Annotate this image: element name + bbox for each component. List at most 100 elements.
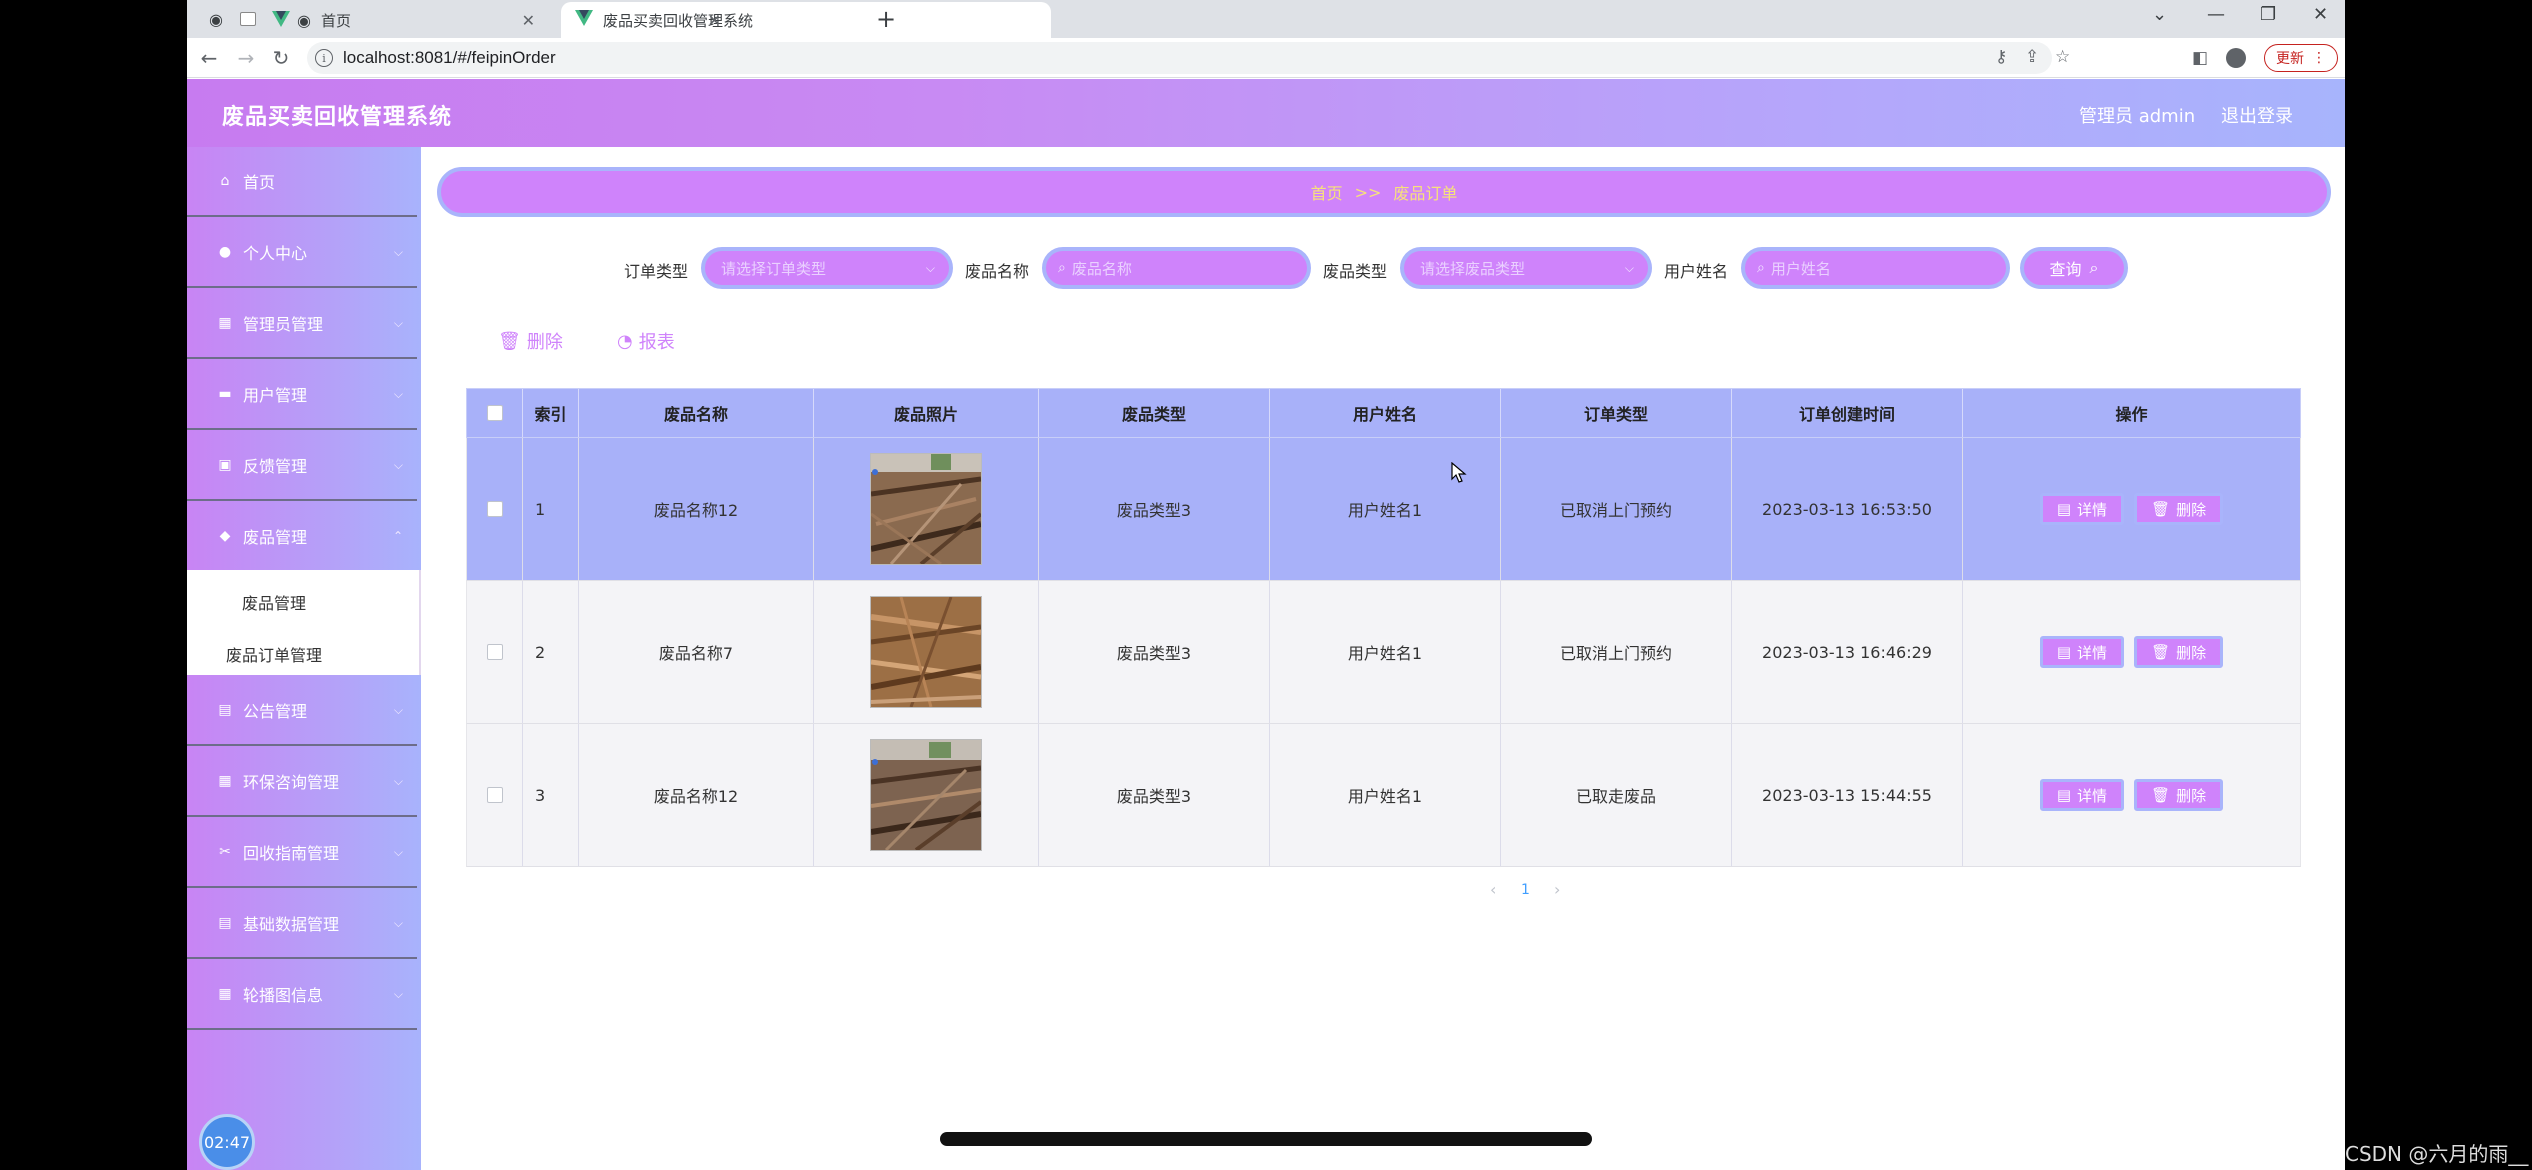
minimize-icon[interactable]: —	[2207, 4, 2225, 25]
row-checkbox[interactable]	[486, 501, 503, 517]
sidebar-item-label: 反馈管理	[243, 457, 308, 476]
table-row[interactable]: 1 废品名称12 废品类型3 用户姓名1 已取消上门预约 2023-03-13 …	[466, 438, 2301, 581]
forward-icon[interactable]: →	[232, 44, 260, 72]
operation-cell: ▤ 详情 🗑 删除	[1963, 438, 2300, 580]
column-header: 索引	[523, 389, 579, 437]
grid-icon: ▦	[218, 315, 232, 331]
detail-button[interactable]: ▤ 详情	[2039, 493, 2125, 525]
sidebar-item-users[interactable]: ▬ 用户管理 ⌵	[187, 360, 417, 430]
chevron-down-icon[interactable]: ⌄	[2152, 4, 2167, 25]
tab-active[interactable]: 废品买卖回收管理系统 ✕	[561, 2, 1051, 38]
select-all-checkbox[interactable]	[486, 405, 503, 421]
trash-icon: 🗑	[2151, 786, 2171, 804]
star-icon[interactable]: ☆	[2055, 47, 2070, 67]
detail-button[interactable]: ▤ 详情	[2039, 779, 2125, 811]
restore-icon[interactable]: ❐	[2260, 4, 2276, 25]
delete-button[interactable]: 🗑 删除	[2134, 636, 2224, 668]
close-icon[interactable]: ✕	[708, 11, 721, 30]
row-checkbox[interactable]	[486, 787, 503, 803]
chevron-down-icon: ⌵	[393, 457, 403, 472]
next-page-button[interactable]: ›	[1554, 880, 1560, 899]
ticket-icon: ✂	[219, 844, 231, 860]
info-icon[interactable]: i	[315, 49, 333, 67]
user-name-input[interactable]: ⌕ 用户姓名	[1741, 247, 2010, 289]
chevron-down-icon: ⌵	[393, 915, 403, 930]
row-checkbox[interactable]	[486, 644, 503, 660]
prev-page-button[interactable]: ‹	[1490, 880, 1496, 899]
page-number[interactable]: 1	[1521, 882, 1530, 898]
back-icon[interactable]: ←	[195, 44, 223, 72]
chevron-up-icon: ⌃	[392, 529, 403, 543]
sidebar-item-label: 个人中心	[243, 244, 308, 263]
globe-icon[interactable]: ◉	[205, 8, 227, 30]
waste-name-label: 废品名称	[965, 262, 1030, 281]
sidebar-item-waste[interactable]: ◆ 废品管理 ⌃	[187, 502, 417, 572]
submenu-item-waste-orders[interactable]: 废品订单管理	[226, 642, 322, 666]
index-cell: 2	[523, 581, 579, 723]
pie-chart-icon: ◔	[617, 330, 633, 352]
chat-icon: ▬	[218, 386, 232, 402]
main-content: 首页 >> 废品订单 订单类型 请选择订单类型 ⌵ 废品名称 ⌕ 废品名称 废品…	[421, 147, 2345, 1170]
delete-button[interactable]: 🗑 删除	[2134, 779, 2224, 811]
page-icon[interactable]	[237, 8, 259, 30]
reload-icon[interactable]: ↻	[267, 44, 295, 72]
waste-photo[interactable]	[870, 739, 982, 851]
delete-button[interactable]: 🗑 删除	[2134, 493, 2224, 525]
detail-label: 详情	[2077, 643, 2108, 662]
waste-photo[interactable]	[870, 453, 982, 565]
waste-photo[interactable]	[870, 596, 982, 708]
delete-label: 删除	[2176, 500, 2207, 519]
sidebar-item-base-data[interactable]: ▤ 基础数据管理 ⌵	[187, 889, 417, 959]
tab-label: 首页	[320, 11, 351, 30]
trash-icon: 🗑	[2151, 643, 2171, 661]
detail-label: 详情	[2077, 786, 2108, 805]
report-button[interactable]: ◔ 报表	[617, 328, 675, 354]
vue-icon[interactable]	[270, 8, 292, 30]
query-button[interactable]: 查询 ⌕	[2020, 247, 2128, 289]
table-row[interactable]: 2 废品名称7 废品类型3 用户姓名1 已取消上门预约 2023-03-13 1…	[466, 581, 2301, 724]
search-icon: ⌕	[2089, 258, 2099, 277]
order-type-select[interactable]: 请选择订单类型 ⌵	[701, 247, 953, 289]
batch-delete-button[interactable]: 🗑 删除	[498, 328, 563, 354]
user-icon: ●	[218, 244, 232, 260]
sidebar-item-home[interactable]: ⌂ 首页	[187, 147, 417, 217]
logout-link[interactable]: 退出登录	[2221, 102, 2293, 128]
profile-icon[interactable]	[2222, 44, 2250, 72]
sidebar-item-admins[interactable]: ▦ 管理员管理 ⌵	[187, 289, 417, 359]
app-header: 废品买卖回收管理系统 管理员 admin 退出登录	[187, 79, 2345, 147]
sidebar-item-carousel[interactable]: ▦ 轮播图信息 ⌵	[187, 960, 417, 1030]
trash-icon: 🗑	[2151, 500, 2171, 518]
breadcrumb-home[interactable]: 首页	[1311, 180, 1343, 204]
update-button[interactable]: 更新 ⋮	[2264, 44, 2338, 72]
chevron-down-icon: ⌵	[393, 702, 403, 717]
name-cell: 废品名称12	[579, 724, 814, 866]
index-cell: 3	[523, 724, 579, 866]
waste-type-select[interactable]: 请选择废品类型 ⌵	[1400, 247, 1652, 289]
close-icon[interactable]: ✕	[522, 11, 535, 30]
close-window-icon[interactable]: ✕	[2313, 4, 2328, 25]
table-row[interactable]: 3 废品名称12 废品类型3 用户姓名1 已取走废品 2023-03-13 15…	[466, 724, 2301, 867]
waste-name-input[interactable]: ⌕ 废品名称	[1042, 247, 1311, 289]
vue-icon	[575, 10, 593, 30]
sidebar-item-notices[interactable]: ▤ 公告管理 ⌵	[187, 676, 417, 746]
sidebar-item-profile[interactable]: ● 个人中心 ⌵	[187, 218, 417, 288]
tab-home[interactable]: ◉ 首页 ✕	[297, 2, 547, 38]
document-icon: ▤	[2056, 643, 2072, 661]
sidebar-item-label: 首页	[243, 173, 276, 192]
share-icon[interactable]: ⇪	[2025, 47, 2039, 67]
sidebar-item-consult[interactable]: ▦ 环保咨询管理 ⌵	[187, 747, 417, 817]
home-indicator	[940, 1132, 1592, 1146]
sidepanel-icon[interactable]: ◧	[2186, 44, 2214, 72]
detail-label: 详情	[2077, 500, 2108, 519]
detail-button[interactable]: ▤ 详情	[2039, 636, 2125, 668]
sidebar-item-guide[interactable]: ✂ 回收指南管理 ⌵	[187, 818, 417, 888]
submenu-item-waste[interactable]: 废品管理	[242, 590, 306, 614]
key-icon[interactable]: ⚷	[1995, 47, 2007, 67]
address-bar[interactable]: i localhost:8081/#/feipinOrder ⚷ ⇪ ☆	[307, 42, 2070, 74]
chevron-down-icon: ⌵	[1624, 260, 1634, 275]
new-tab-icon[interactable]: +	[875, 5, 897, 33]
column-header: 废品照片	[814, 389, 1039, 437]
sidebar-item-feedback[interactable]: ▣ 反馈管理 ⌵	[187, 431, 417, 501]
search-icon: ⌕	[1757, 260, 1765, 276]
waste-type-placeholder: 请选择废品类型	[1420, 259, 1526, 278]
